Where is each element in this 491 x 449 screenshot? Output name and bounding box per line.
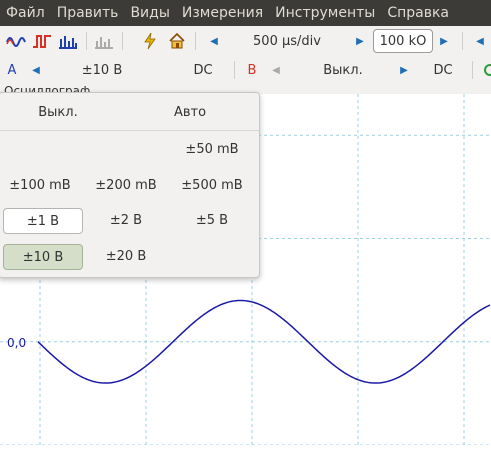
menu-bar: Файл Править Виды Измерения Инструменты … <box>0 0 491 26</box>
channel-options-icon[interactable] <box>94 31 114 51</box>
menu-help[interactable]: Справка <box>381 0 455 26</box>
timebase-value: 500 µs/div <box>253 33 321 49</box>
range-popup: Выкл. Авто ±50 mB ±100 mB ±200 mB ±500 m… <box>0 92 260 278</box>
home-icon[interactable] <box>167 31 187 51</box>
channel-b-range-decrease-icon[interactable]: ◀ <box>270 62 282 78</box>
toolbar-divider <box>122 32 123 50</box>
range-option[interactable]: ±2 B <box>87 208 165 232</box>
toolbar-divider <box>195 32 196 50</box>
timebase-decrease-arrow-icon[interactable]: ◀ <box>208 33 220 49</box>
channel-a-range[interactable]: ±10 B <box>62 62 142 78</box>
channel-b-coupling[interactable]: DC <box>426 62 460 78</box>
range-option[interactable]: ±500 mB <box>173 173 251 197</box>
channel-b-label: B <box>247 62 257 78</box>
main-toolbar: ◀ 500 µs/div ▶ 100 kO ▶ ◀ <box>0 26 491 57</box>
samples-increase-arrow-icon[interactable]: ▶ <box>438 33 450 49</box>
range-option[interactable]: ±200 mB <box>87 173 165 197</box>
channel-c-indicator-icon[interactable] <box>482 63 491 77</box>
popup-divider <box>0 130 259 131</box>
channel-a-label: A <box>7 62 17 78</box>
menu-tools[interactable]: Инструменты <box>269 0 381 26</box>
range-option[interactable]: ±1 B <box>3 208 83 234</box>
samples-field[interactable]: 100 kO <box>373 29 433 53</box>
menu-edit[interactable]: Править <box>51 0 125 26</box>
menu-view[interactable]: Виды <box>124 0 175 26</box>
trigger-icon[interactable] <box>140 31 160 51</box>
range-option[interactable]: ±50 mB <box>173 137 251 161</box>
menu-file[interactable]: Файл <box>0 0 51 26</box>
y-tick-label: 0,0 <box>7 336 26 350</box>
channel-b-range[interactable]: Выкл. <box>308 62 378 78</box>
toolbar-divider <box>472 61 473 79</box>
range-option-selected[interactable]: ±10 B <box>3 244 83 270</box>
channel-a-coupling[interactable]: DC <box>186 62 220 78</box>
channel-b-range-increase-icon[interactable]: ▶ <box>398 62 410 78</box>
toolbar-divider <box>462 32 463 50</box>
spectrum-mode-icon[interactable] <box>58 31 78 51</box>
menu-measurements[interactable]: Измерения <box>176 0 269 26</box>
channel-toolbar: A ◀ ±10 B DC B ◀ Выкл. ▶ DC <box>0 56 491 84</box>
range-option[interactable]: ±5 B <box>173 208 251 232</box>
toolbar-divider <box>86 32 87 50</box>
range-option-auto[interactable]: Авто <box>151 100 229 124</box>
scope-mode-icon[interactable] <box>6 31 26 51</box>
range-option[interactable]: ±20 B <box>87 244 165 268</box>
next-arrow-icon[interactable]: ◀ <box>474 33 486 49</box>
persistence-mode-icon[interactable] <box>32 31 52 51</box>
range-option[interactable]: ±100 mB <box>1 173 79 197</box>
toolbar-divider <box>234 61 235 79</box>
range-option-off[interactable]: Выкл. <box>19 100 97 124</box>
timebase-increase-arrow-icon[interactable]: ▶ <box>354 33 366 49</box>
channel-a-range-decrease-icon[interactable]: ◀ <box>30 62 42 78</box>
